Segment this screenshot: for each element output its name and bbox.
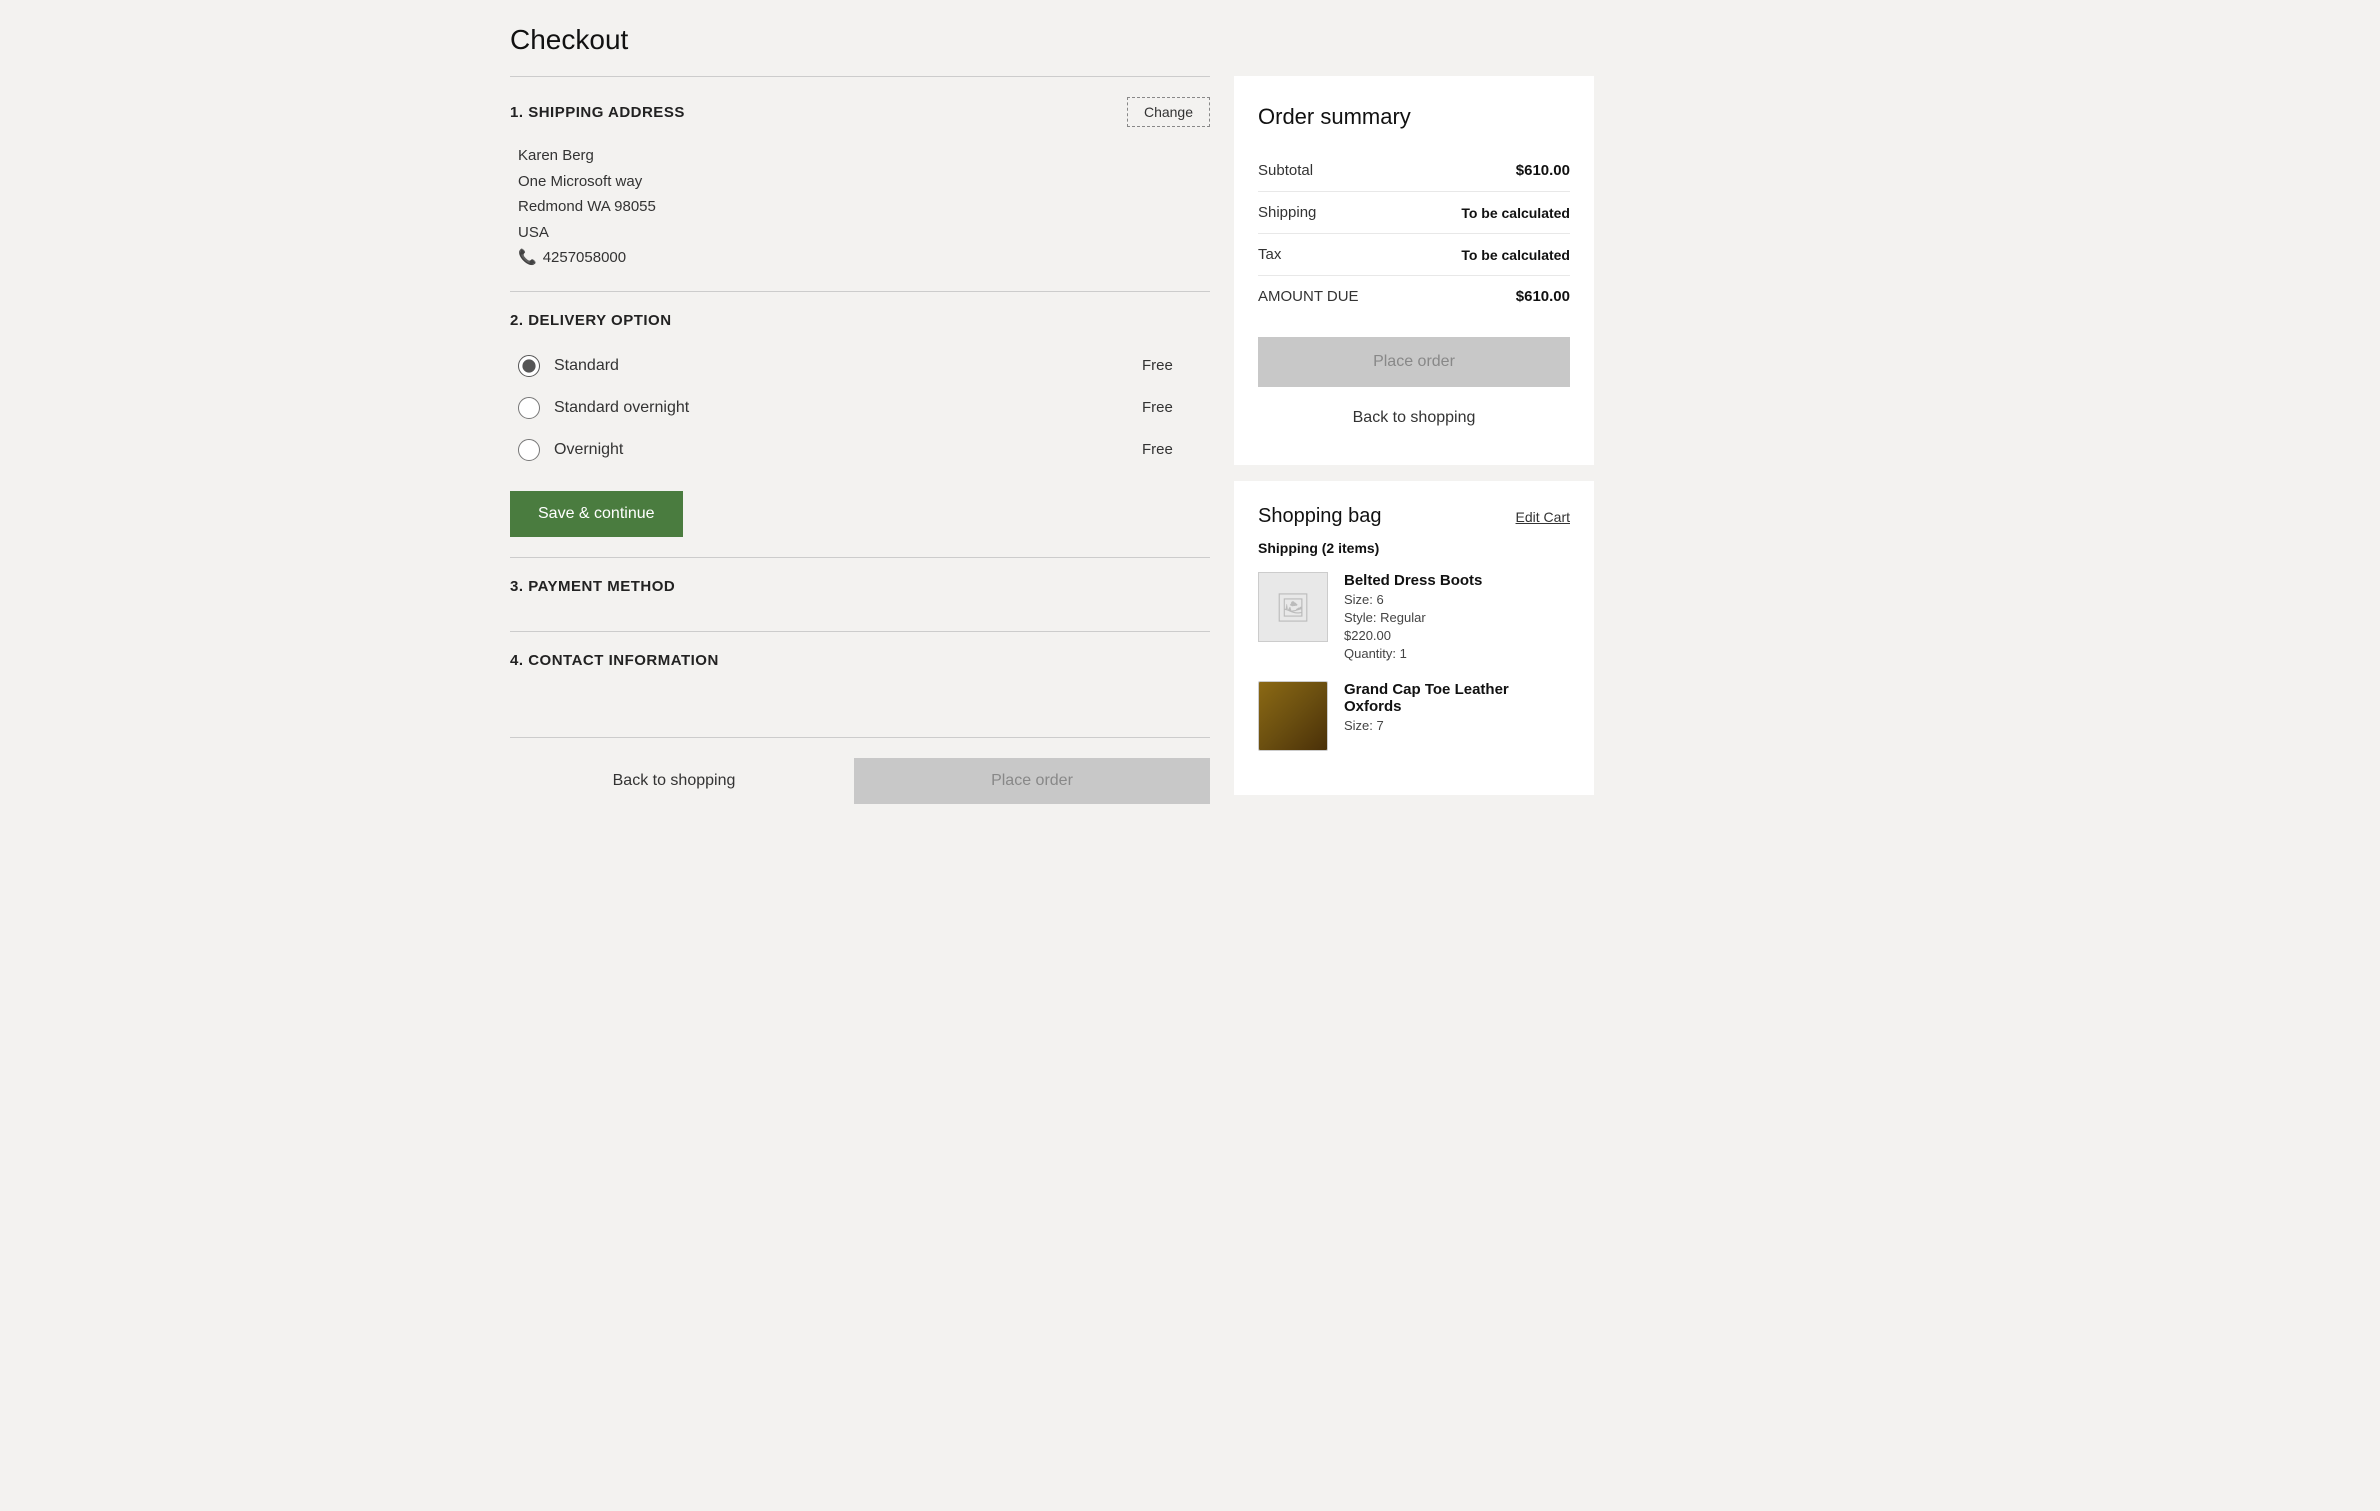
contact-information-title: 4. CONTACT INFORMATION — [510, 652, 719, 669]
delivery-price-overnight: Free — [1142, 441, 1202, 458]
address-phone-row: 📞 4257058000 — [518, 245, 1210, 271]
delivery-label-standard-overnight: Standard overnight — [554, 399, 689, 417]
delivery-option-overnight: Overnight Free — [510, 429, 1210, 471]
shopping-bag-title: Shopping bag — [1258, 505, 1381, 528]
back-to-shopping-button-bottom[interactable]: Back to shopping — [510, 758, 838, 804]
amount-due-value: $610.00 — [1516, 288, 1570, 305]
delivery-option-title: 2. DELIVERY OPTION — [510, 312, 672, 329]
tax-value: To be calculated — [1461, 247, 1570, 263]
order-summary-title: Order summary — [1258, 104, 1570, 130]
contact-information-section: 4. CONTACT INFORMATION — [510, 631, 1210, 705]
delivery-price-standard: Free — [1142, 357, 1202, 374]
amount-due-label: AMOUNT DUE — [1258, 288, 1359, 305]
bag-item-2-details: Grand Cap Toe Leather Oxfords Size: 7 — [1344, 681, 1570, 751]
address-country: USA — [518, 220, 1210, 246]
shipping-items-label: Shipping (2 items) — [1258, 540, 1570, 556]
bag-item-2: Grand Cap Toe Leather Oxfords Size: 7 — [1258, 681, 1570, 751]
radio-standard-overnight[interactable] — [518, 397, 540, 419]
delivery-option-section: 2. DELIVERY OPTION Standard Free — [510, 291, 1210, 557]
back-to-shopping-button[interactable]: Back to shopping — [1258, 399, 1570, 437]
bag-item-1-size: Size: 6 — [1344, 592, 1482, 607]
address-phone: 4257058000 — [543, 245, 626, 271]
bag-item-1: 🖼 Belted Dress Boots Size: 6 Style: Regu… — [1258, 572, 1570, 661]
delivery-price-standard-overnight: Free — [1142, 399, 1202, 416]
edit-cart-button[interactable]: Edit Cart — [1516, 509, 1570, 525]
delivery-options-list: Standard Free Standard overnight Free — [510, 345, 1210, 471]
right-sidebar: Order summary Subtotal $610.00 Shipping … — [1234, 76, 1594, 795]
delivery-label-overnight: Overnight — [554, 441, 623, 459]
bag-item-1-price: $220.00 — [1344, 628, 1482, 643]
order-summary-card: Order summary Subtotal $610.00 Shipping … — [1234, 76, 1594, 465]
shopping-bag-card: Shopping bag Edit Cart Shipping (2 items… — [1234, 481, 1594, 795]
bag-item-2-name: Grand Cap Toe Leather Oxfords — [1344, 681, 1570, 715]
address-street: One Microsoft way — [518, 169, 1210, 195]
bag-item-2-image — [1258, 681, 1328, 751]
shipping-value: To be calculated — [1461, 205, 1570, 221]
bottom-actions: Back to shopping Place order — [510, 737, 1210, 824]
summary-row-amount-due: AMOUNT DUE $610.00 — [1258, 276, 1570, 317]
change-address-button[interactable]: Change — [1127, 97, 1210, 127]
shopping-bag-header: Shopping bag Edit Cart — [1258, 505, 1570, 528]
phone-icon: 📞 — [518, 245, 537, 271]
bag-item-1-style: Style: Regular — [1344, 610, 1482, 625]
radio-overnight[interactable] — [518, 439, 540, 461]
summary-row-subtotal: Subtotal $610.00 — [1258, 150, 1570, 192]
delivery-option-standard-overnight: Standard overnight Free — [510, 387, 1210, 429]
place-order-button-bottom: Place order — [854, 758, 1210, 804]
shipping-address-title: 1. SHIPPING ADDRESS — [510, 104, 685, 121]
address-block: Karen Berg One Microsoft way Redmond WA … — [510, 143, 1210, 271]
bag-item-1-name: Belted Dress Boots — [1344, 572, 1482, 589]
bag-item-2-size: Size: 7 — [1344, 718, 1570, 733]
shipping-address-section: 1. SHIPPING ADDRESS Change Karen Berg On… — [510, 76, 1210, 291]
summary-row-shipping: Shipping To be calculated — [1258, 192, 1570, 234]
subtotal-value: $610.00 — [1516, 162, 1570, 179]
shipping-label: Shipping — [1258, 204, 1316, 221]
payment-method-section: 3. PAYMENT METHOD — [510, 557, 1210, 631]
tax-label: Tax — [1258, 246, 1281, 263]
page-title: Checkout — [510, 24, 1870, 56]
bag-item-1-quantity: Quantity: 1 — [1344, 646, 1482, 661]
summary-row-tax: Tax To be calculated — [1258, 234, 1570, 276]
checkout-form: 1. SHIPPING ADDRESS Change Karen Berg On… — [510, 76, 1210, 824]
address-name: Karen Berg — [518, 143, 1210, 169]
save-continue-button[interactable]: Save & continue — [510, 491, 683, 537]
payment-method-title: 3. PAYMENT METHOD — [510, 578, 675, 595]
bag-item-1-details: Belted Dress Boots Size: 6 Style: Regula… — [1344, 572, 1482, 661]
delivery-label-standard: Standard — [554, 357, 619, 375]
bag-item-1-image: 🖼 — [1258, 572, 1328, 642]
image-placeholder-icon-1: 🖼 — [1275, 591, 1311, 624]
address-city: Redmond WA 98055 — [518, 194, 1210, 220]
radio-standard[interactable] — [518, 355, 540, 377]
place-order-button: Place order — [1258, 337, 1570, 387]
subtotal-label: Subtotal — [1258, 162, 1313, 179]
delivery-option-standard: Standard Free — [510, 345, 1210, 387]
